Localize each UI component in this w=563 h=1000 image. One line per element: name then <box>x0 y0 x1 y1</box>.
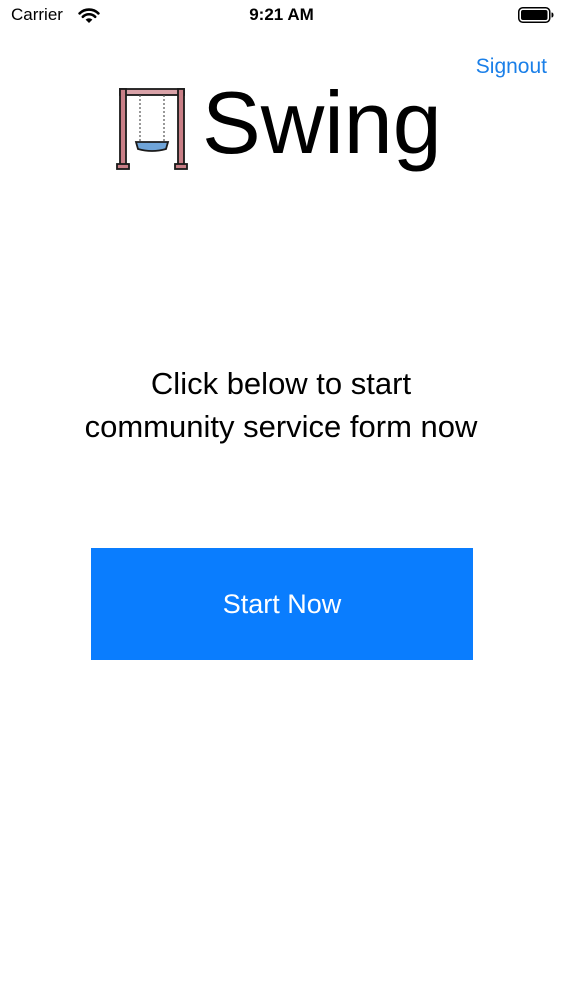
swing-icon <box>116 88 188 170</box>
signout-link[interactable]: Signout <box>476 55 547 79</box>
start-now-button[interactable]: Start Now <box>91 548 473 660</box>
status-bar: Carrier 9:21 AM <box>0 0 563 34</box>
brand-name: Swing <box>202 73 442 172</box>
instruction-text: Click below to start community service f… <box>84 366 478 444</box>
battery-icon <box>518 7 554 23</box>
status-time: 9:21 AM <box>249 5 314 24</box>
app-logo: Swing <box>114 73 464 190</box>
